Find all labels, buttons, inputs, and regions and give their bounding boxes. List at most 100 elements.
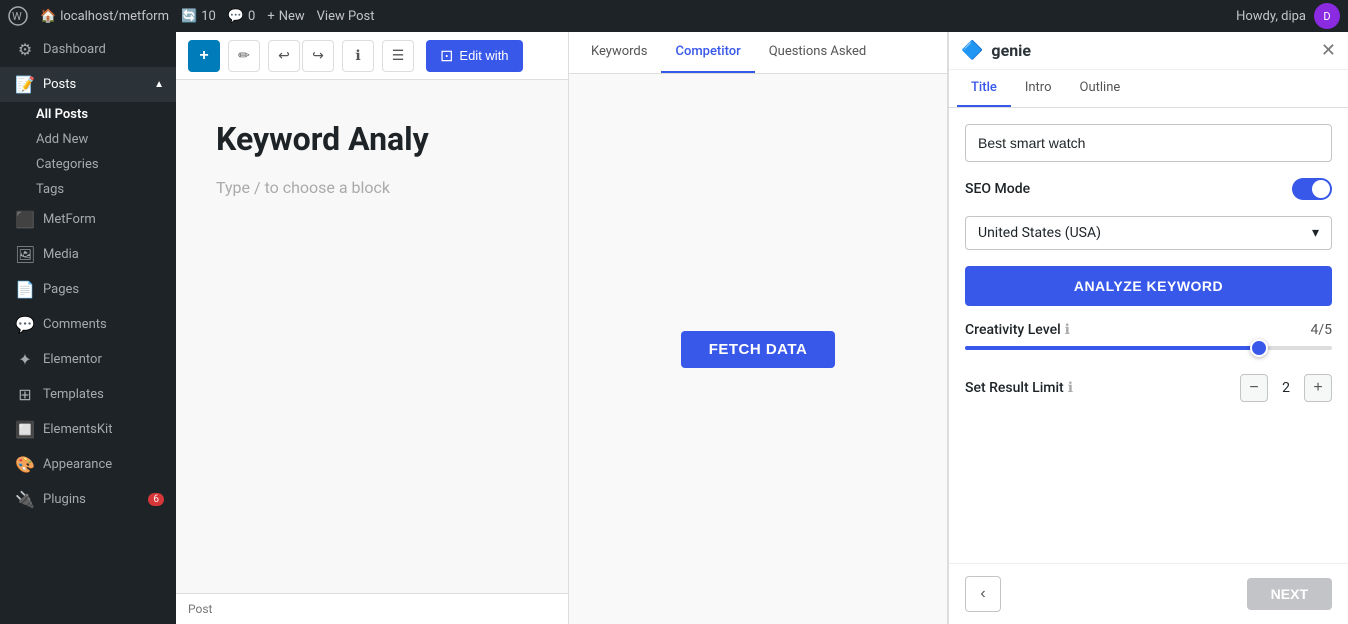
result-limit-info-icon[interactable]: ℹ <box>1068 380 1073 396</box>
right-panel-body: SEO Mode United States (USA) ▾ ANALYZE K… <box>949 108 1348 563</box>
undo-button[interactable]: ↩ <box>268 40 300 72</box>
sidebar-sub-add-new[interactable]: Add New <box>0 127 176 152</box>
creativity-row: Creativity Level ℹ 4/5 <box>965 322 1332 338</box>
genie-logo-icon: 🔷 <box>961 40 983 61</box>
genie-title: genie <box>991 41 1312 60</box>
comments-link[interactable]: 💬 0 <box>228 9 256 24</box>
right-tabs: Title Intro Outline <box>949 70 1348 108</box>
back-icon: ‹ <box>980 585 985 603</box>
plus-icon: + <box>267 9 274 24</box>
sidebar-item-elementskit[interactable]: 🔲 ElementsKit <box>0 412 176 447</box>
sidebar-item-pages[interactable]: 📄 Pages <box>0 272 176 307</box>
tab-outline[interactable]: Outline <box>1066 70 1135 107</box>
comments-icon: 💬 <box>228 9 244 24</box>
sidebar-item-elementor[interactable]: ✦ Elementor <box>0 342 176 377</box>
tab-competitor[interactable]: Competitor <box>661 32 754 73</box>
sidebar-item-label: Posts <box>43 77 76 92</box>
tab-keywords[interactable]: Keywords <box>577 32 661 73</box>
tab-title[interactable]: Title <box>957 70 1011 107</box>
add-block-button[interactable]: + <box>188 40 220 72</box>
increment-button[interactable]: + <box>1304 374 1332 402</box>
seo-mode-toggle[interactable] <box>1292 178 1332 200</box>
elementskit-icon: 🔲 <box>15 420 35 439</box>
sidebar-item-label: Comments <box>43 317 107 332</box>
close-panel-button[interactable]: ✕ <box>1321 40 1336 61</box>
slider-track <box>965 346 1332 350</box>
sidebar-item-posts[interactable]: 📝 Posts ▲ <box>0 67 176 102</box>
plugins-icon: 🔌 <box>15 490 35 509</box>
redo-button[interactable]: ↪ <box>302 40 334 72</box>
sidebar-item-plugins[interactable]: 🔌 Plugins 6 <box>0 482 176 517</box>
sidebar-sub-categories[interactable]: Categories <box>0 152 176 177</box>
creativity-label: Creativity Level ℹ <box>965 322 1070 338</box>
slider-thumb[interactable] <box>1250 339 1268 357</box>
edit-tool-button[interactable]: ✏ <box>228 40 260 72</box>
updates-link[interactable]: 🔄 10 <box>181 9 216 24</box>
tab-questions-asked[interactable]: Questions Asked <box>755 32 881 73</box>
post-title[interactable]: Keyword Analy <box>216 120 528 158</box>
undo-redo-group: ↩ ↪ <box>268 40 334 72</box>
list-view-button[interactable]: ☰ <box>382 40 414 72</box>
keyword-input[interactable] <box>965 124 1332 162</box>
posts-icon: 📝 <box>15 75 35 94</box>
sidebar-item-appearance[interactable]: 🎨 Appearance <box>0 447 176 482</box>
creativity-value: 4/5 <box>1310 322 1332 338</box>
sidebar-item-comments[interactable]: 💬 Comments <box>0 307 176 342</box>
comments-sidebar-icon: 💬 <box>15 315 35 334</box>
sidebar-item-label: Elementor <box>43 352 102 367</box>
seo-mode-row: SEO Mode <box>965 178 1332 200</box>
avatar[interactable]: D <box>1314 3 1340 29</box>
decrement-button[interactable]: − <box>1240 374 1268 402</box>
slider-fill <box>965 346 1259 350</box>
sidebar-sub-tags[interactable]: Tags <box>0 177 176 202</box>
metform-icon: ⬛ <box>15 210 35 229</box>
site-name[interactable]: 🏠 localhost/metform <box>40 9 169 24</box>
howdy-label: Howdy, dipa <box>1236 9 1306 24</box>
elementor-icon: ✦ <box>15 350 35 369</box>
wp-logo-link[interactable]: W <box>8 6 28 26</box>
creativity-slider[interactable] <box>965 346 1332 350</box>
back-button[interactable]: ‹ <box>965 576 1001 612</box>
sidebar-item-media[interactable]: 🖼 Media <box>0 237 176 272</box>
creativity-section: Creativity Level ℹ 4/5 <box>965 322 1332 358</box>
sidebar-item-label: Pages <box>43 282 79 297</box>
result-limit-label: Set Result Limit ℹ <box>965 380 1073 396</box>
edit-with-button[interactable]: ⊡ Edit with <box>426 40 523 72</box>
post-footer: Post <box>176 593 568 624</box>
editor-content[interactable]: Keyword Analy Type / to choose a block <box>176 80 568 593</box>
fetch-data-button[interactable]: FETCH DATA <box>681 331 836 368</box>
right-panel: 🔷 genie ✕ Title Intro Outline SEO Mode U… <box>948 32 1348 624</box>
counter-control: − 2 + <box>1240 374 1332 402</box>
sidebar-item-templates[interactable]: ⊞ Templates <box>0 377 176 412</box>
plus-icon: + <box>199 47 208 65</box>
middle-panel: Keywords Competitor Questions Asked FETC… <box>568 32 948 624</box>
tab-intro[interactable]: Intro <box>1011 70 1066 107</box>
toggle-knob <box>1312 180 1330 198</box>
sidebar-item-label: Dashboard <box>43 42 106 57</box>
creativity-info-icon[interactable]: ℹ <box>1065 322 1070 338</box>
sidebar-sub-all-posts[interactable]: All Posts <box>0 102 176 127</box>
sidebar-item-dashboard[interactable]: ⚙ Dashboard <box>0 32 176 67</box>
sidebar-item-label: Templates <box>43 387 104 402</box>
plugins-badge: 6 <box>148 493 164 506</box>
country-select[interactable]: United States (USA) ▾ <box>965 216 1332 250</box>
new-link[interactable]: + New <box>267 9 304 24</box>
pages-icon: 📄 <box>15 280 35 299</box>
redo-icon: ↪ <box>312 47 324 64</box>
sidebar-item-label: ElementsKit <box>43 422 112 437</box>
post-placeholder[interactable]: Type / to choose a block <box>216 178 528 197</box>
next-button[interactable]: NEXT <box>1247 578 1332 610</box>
view-post-link[interactable]: View Post <box>317 9 375 24</box>
info-button[interactable]: ℹ <box>342 40 374 72</box>
sidebar-item-metform[interactable]: ⬛ MetForm <box>0 202 176 237</box>
seo-mode-label: SEO Mode <box>965 181 1030 197</box>
info-icon: ℹ <box>355 47 360 64</box>
chevron-down-icon: ▾ <box>1312 225 1319 241</box>
sidebar-item-label: Media <box>43 247 79 262</box>
admin-bar-right: Howdy, dipa D <box>1236 3 1340 29</box>
counter-value: 2 <box>1276 380 1296 396</box>
pencil-icon: ✏ <box>238 47 250 64</box>
main-layout: ⚙ Dashboard 📝 Posts ▲ All Posts Add New … <box>0 32 1348 624</box>
analyze-keyword-button[interactable]: ANALYZE KEYWORD <box>965 266 1332 306</box>
undo-icon: ↩ <box>278 47 290 64</box>
